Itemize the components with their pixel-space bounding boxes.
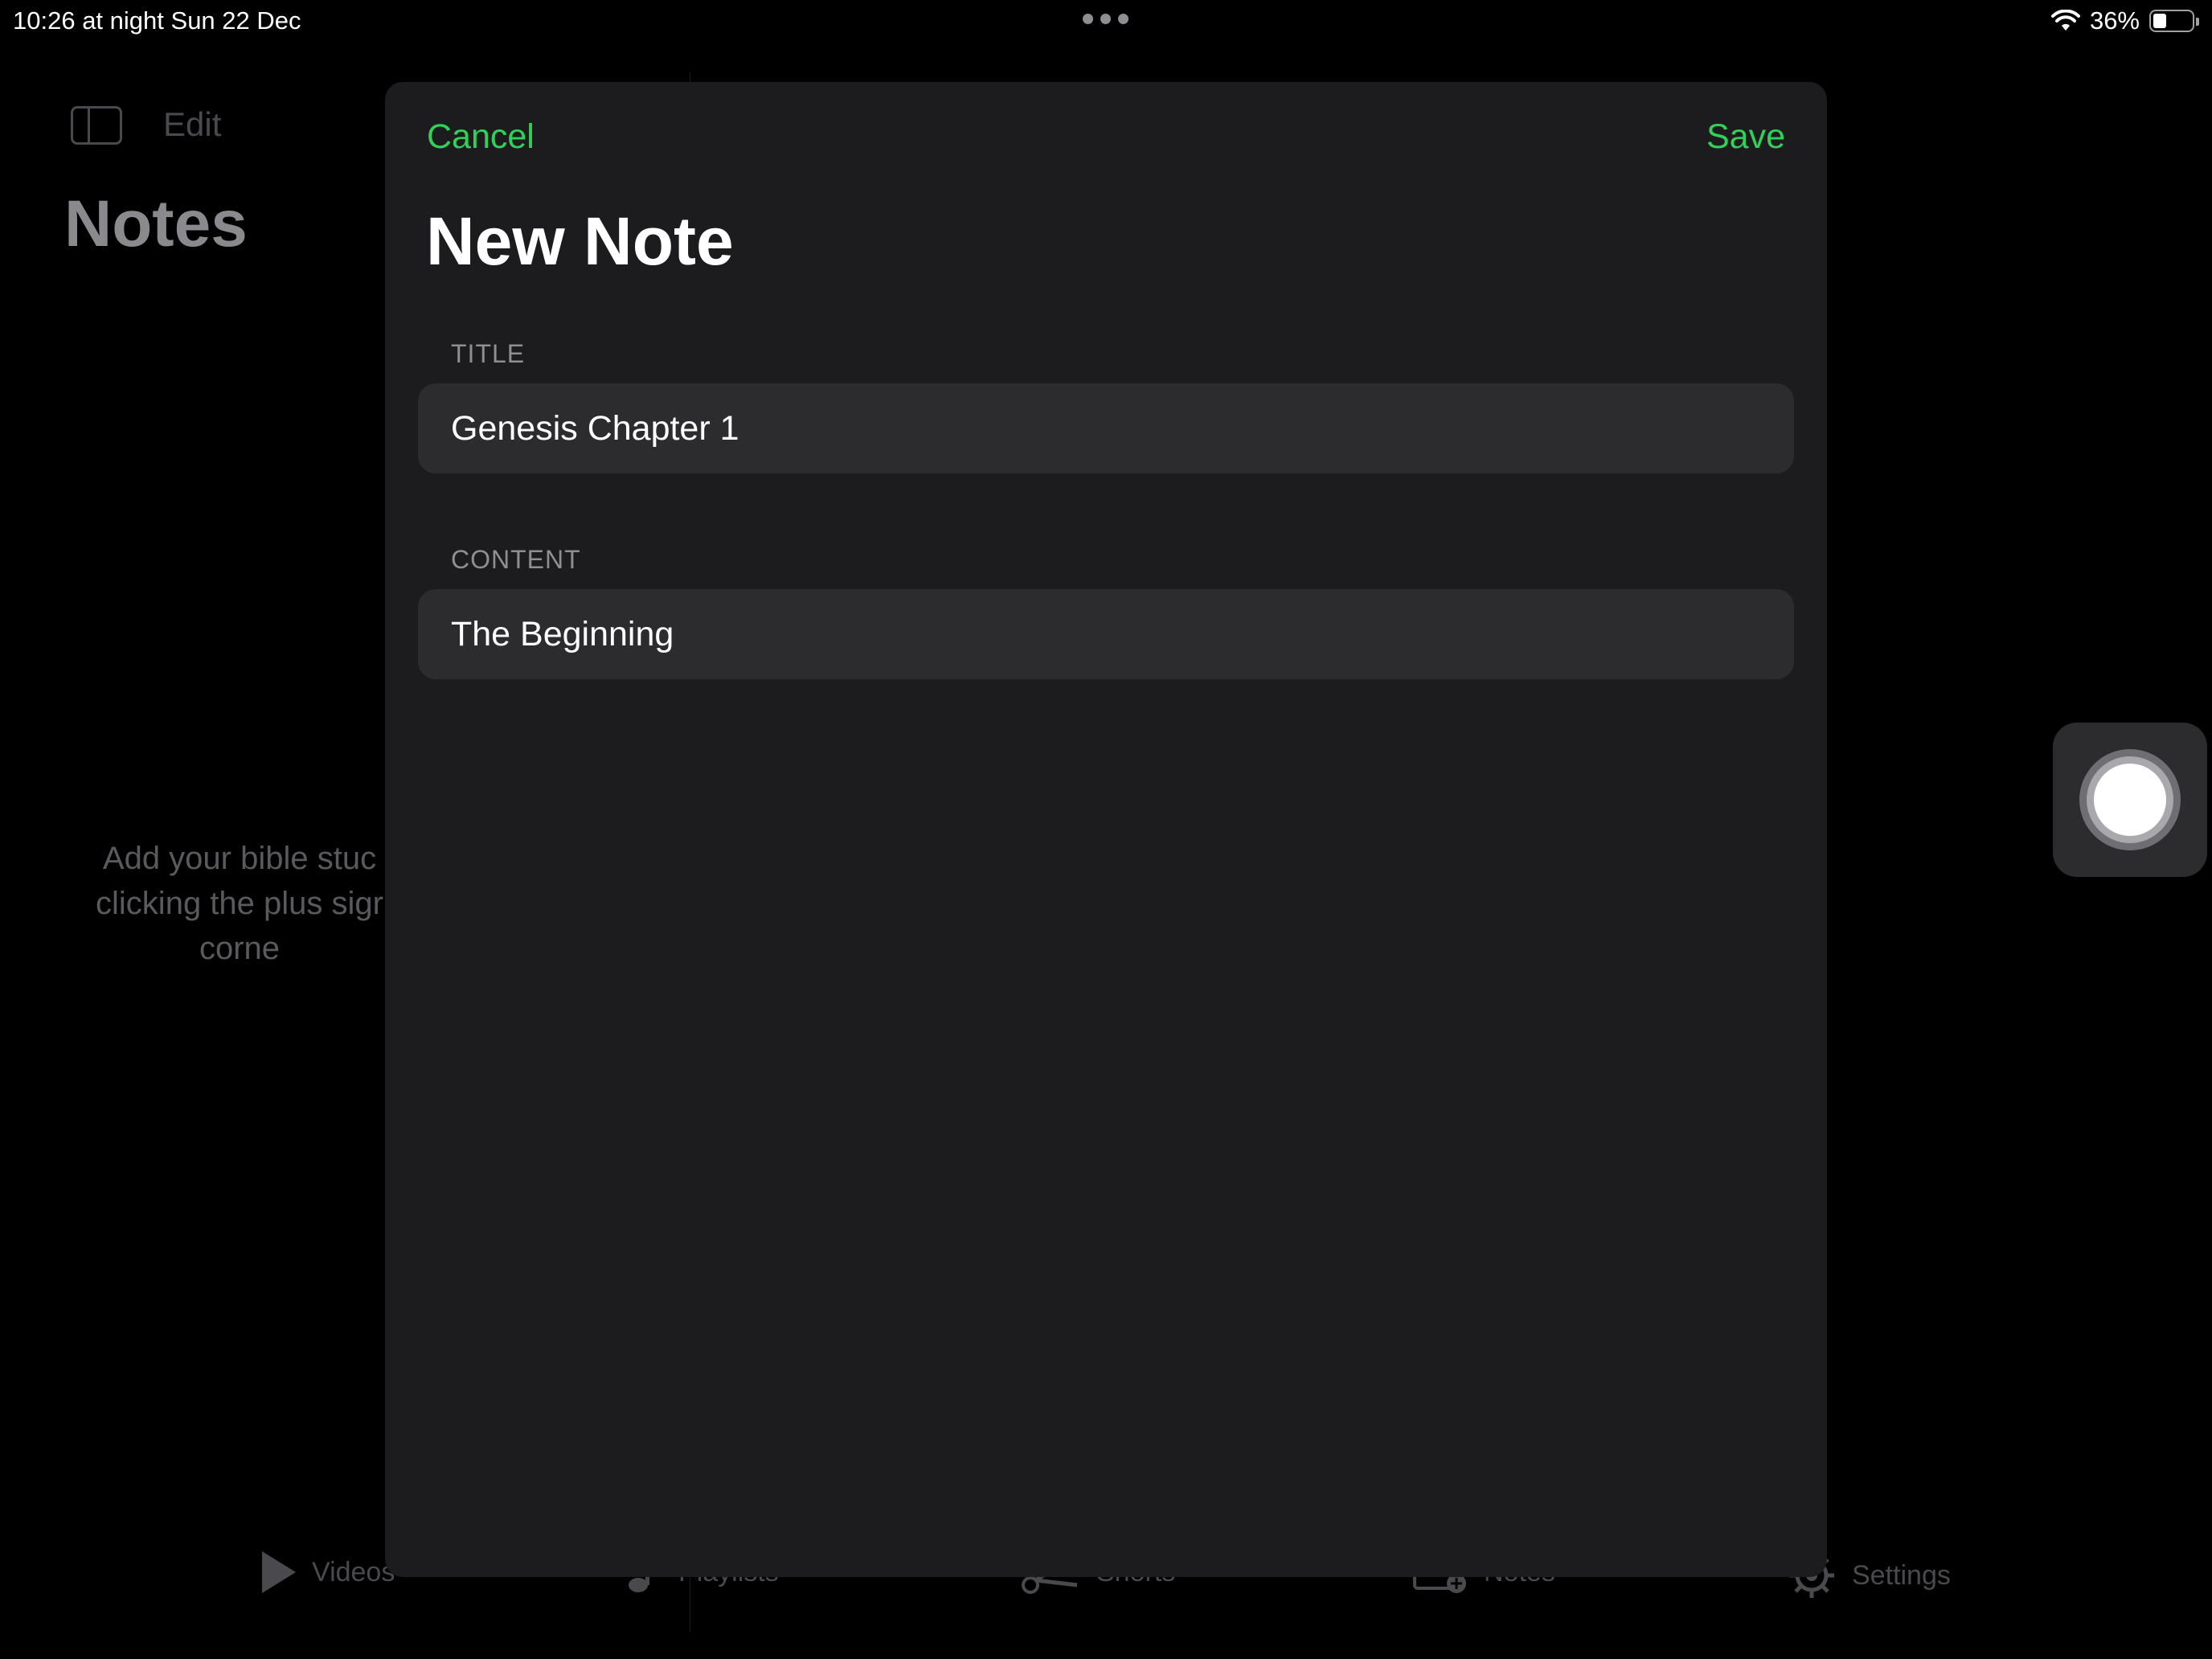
page-title: Notes	[64, 187, 248, 260]
content-field[interactable]: The Beginning	[418, 589, 1794, 679]
title-field[interactable]: Genesis Chapter 1	[418, 383, 1794, 473]
tab-label: Videos	[312, 1556, 395, 1587]
content-section-header: CONTENT	[451, 545, 581, 574]
content-field-value: The Beginning	[451, 614, 674, 653]
tab-videos[interactable]: Videos	[259, 1550, 395, 1595]
empty-state-hint: Add your bible stuc clicking the plus si…	[96, 841, 383, 966]
new-note-sheet: Cancel Save New Note TITLE Genesis Chapt…	[385, 82, 1827, 1577]
assistive-touch-icon	[2079, 749, 2181, 850]
edit-button[interactable]: Edit	[163, 105, 221, 144]
sidebar-toggle-icon[interactable]	[71, 106, 122, 145]
save-button[interactable]: Save	[1706, 117, 1785, 157]
tab-label: Settings	[1852, 1559, 1951, 1591]
sheet-title: New Note	[426, 203, 734, 279]
play-icon	[262, 1551, 296, 1593]
title-field-value: Genesis Chapter 1	[451, 408, 739, 448]
title-section-header: TITLE	[451, 339, 526, 368]
assistive-touch-button[interactable]	[2053, 723, 2207, 877]
screen: 10:26 at night Sun 22 Dec 36% Edit Notes…	[0, 0, 2212, 1659]
cancel-button[interactable]: Cancel	[427, 117, 535, 157]
